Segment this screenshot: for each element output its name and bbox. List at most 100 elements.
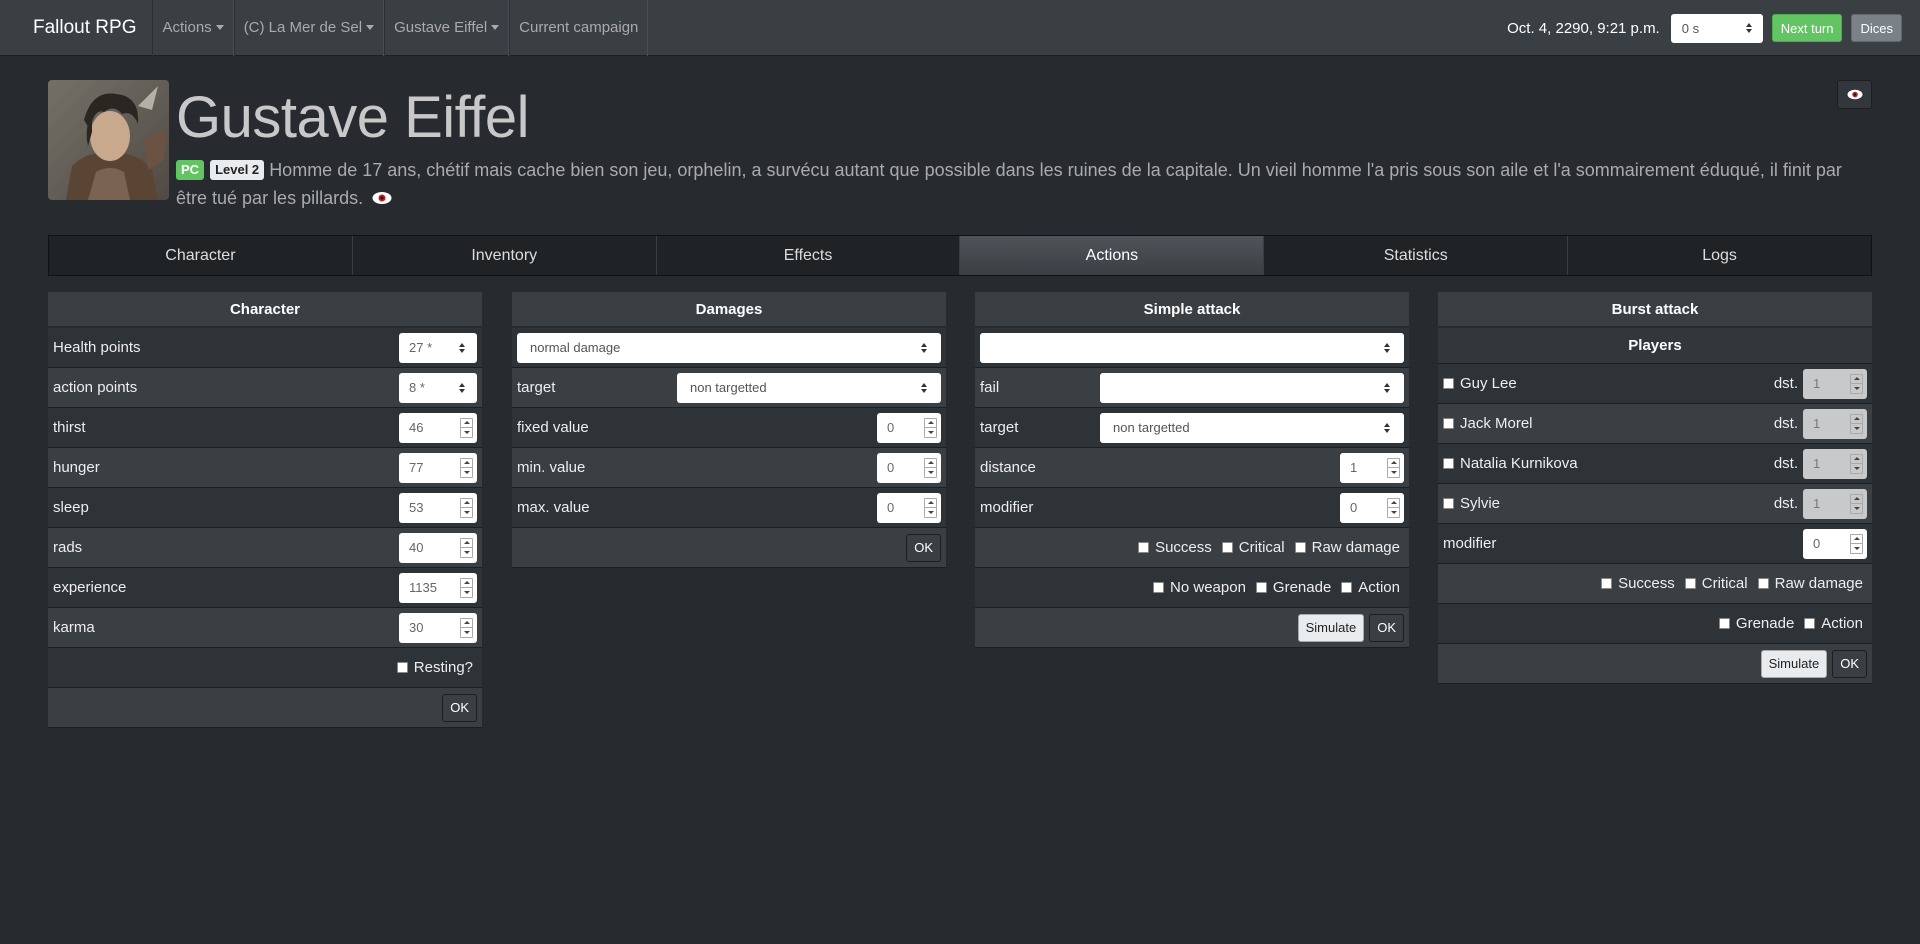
fail-select[interactable] xyxy=(1100,372,1404,403)
duration-select-value: 0 s xyxy=(1681,20,1700,36)
resting-row: Resting? xyxy=(48,648,482,688)
stat-input[interactable]: 1135 xyxy=(399,572,477,603)
character-menu[interactable]: Gustave Eiffel xyxy=(384,0,510,56)
next-turn-button[interactable]: Next turn xyxy=(1771,14,1843,42)
tab-logs[interactable]: Logs xyxy=(1568,236,1871,275)
modifier-input[interactable]: 0 xyxy=(1803,528,1867,559)
player-distance-input[interactable]: 1 xyxy=(1803,448,1867,479)
spinner-icon xyxy=(460,417,473,438)
target-select[interactable]: non targetted xyxy=(1100,412,1404,443)
max-value-value: 0 xyxy=(887,500,895,515)
panel-title: Damages xyxy=(512,292,946,328)
spinner-icon xyxy=(924,497,937,518)
dst-label: dst. xyxy=(1773,455,1798,472)
options-row: Success Critical Raw damage xyxy=(1438,564,1872,604)
grenade-checkbox[interactable] xyxy=(1718,618,1730,629)
raw-damage-checkbox[interactable] xyxy=(1757,578,1769,589)
damage-type-select[interactable]: normal damage xyxy=(517,332,941,363)
tab-actions[interactable]: Actions xyxy=(960,236,1265,275)
tab-statistics[interactable]: Statistics xyxy=(1264,236,1569,275)
min-value-input[interactable]: 0 xyxy=(877,452,941,483)
stat-input[interactable]: 30 xyxy=(399,612,477,643)
pc-badge: PC xyxy=(176,160,205,180)
submit-row: Simulate OK xyxy=(975,608,1409,648)
simulate-button[interactable]: Simulate xyxy=(1297,613,1365,642)
campaign-menu[interactable]: (C) La Mer de Sel xyxy=(233,0,385,56)
fixed-value-input[interactable]: 0 xyxy=(877,412,941,443)
raw-damage-checkbox[interactable] xyxy=(1294,542,1306,553)
player-distance-input[interactable]: 1 xyxy=(1803,408,1867,439)
tab-inventory[interactable]: Inventory xyxy=(352,236,657,275)
player-distance-input[interactable]: 1 xyxy=(1803,488,1867,519)
stat-input[interactable]: 40 xyxy=(399,532,477,563)
players-heading: Players xyxy=(1438,328,1872,364)
actions-menu[interactable]: Actions xyxy=(152,0,234,56)
panel-title: Burst attack xyxy=(1438,292,1872,328)
max-value-label: max. value xyxy=(517,499,590,516)
distance-row: distance 1 xyxy=(975,448,1409,488)
max-value-input[interactable]: 0 xyxy=(877,492,941,523)
critical-checkbox[interactable] xyxy=(1221,542,1233,553)
eye-icon[interactable] xyxy=(372,185,392,213)
critical-checkbox[interactable] xyxy=(1684,578,1696,589)
player-row: Guy Lee dst. 1 xyxy=(1438,364,1872,404)
character-ok-button[interactable]: OK xyxy=(442,693,477,722)
options-row: Success Critical Raw damage xyxy=(975,528,1409,568)
level-badge: Level 2 xyxy=(210,160,265,180)
distance-input[interactable]: 1 xyxy=(1340,452,1404,483)
distance-label: distance xyxy=(980,459,1036,476)
simple-attack-ok-button[interactable]: OK xyxy=(1369,613,1404,642)
stat-input[interactable]: 46 xyxy=(399,412,477,443)
stat-input[interactable]: 53 xyxy=(399,492,477,523)
select-arrows-icon xyxy=(921,342,927,353)
spinner-icon xyxy=(1850,493,1863,514)
select-arrows-icon xyxy=(1384,422,1390,433)
resting-checkbox[interactable] xyxy=(396,662,408,673)
modifier-input[interactable]: 0 xyxy=(1340,492,1404,523)
simulate-button[interactable]: Simulate xyxy=(1760,649,1828,678)
tab-character[interactable]: Character xyxy=(49,236,353,275)
target-select[interactable]: non targetted xyxy=(677,372,941,403)
dices-button[interactable]: Dices xyxy=(1851,14,1902,42)
visibility-toggle-button[interactable] xyxy=(1837,80,1872,109)
success-checkbox[interactable] xyxy=(1601,578,1613,589)
select-arrows-icon xyxy=(921,382,927,393)
burst-attack-ok-button[interactable]: OK xyxy=(1832,649,1867,678)
spinner-icon xyxy=(460,577,473,598)
stat-label: sleep xyxy=(53,499,89,516)
weapon-select[interactable] xyxy=(980,332,1404,363)
success-checkbox[interactable] xyxy=(1138,542,1150,553)
current-campaign-link[interactable]: Current campaign xyxy=(509,0,649,56)
grenade-checkbox[interactable] xyxy=(1255,582,1267,593)
chevron-down-icon xyxy=(215,25,224,30)
spinner-icon xyxy=(460,537,473,558)
submit-row: OK xyxy=(48,688,482,728)
player-distance-input[interactable]: 1 xyxy=(1803,368,1867,399)
player-distance-value: 1 xyxy=(1813,496,1821,511)
spinner-icon xyxy=(1850,373,1863,394)
no-weapon-checkbox[interactable] xyxy=(1153,582,1165,593)
player-checkbox[interactable] xyxy=(1443,418,1454,429)
player-checkbox[interactable] xyxy=(1443,378,1454,389)
health-value: 27 * xyxy=(409,340,433,355)
damages-ok-button[interactable]: OK xyxy=(906,533,941,562)
min-value-label: min. value xyxy=(517,459,586,476)
action-points-select[interactable]: 8 * xyxy=(399,372,477,403)
player-name: Sylvie xyxy=(1460,495,1501,512)
stat-input[interactable]: 77 xyxy=(399,452,477,483)
damage-type-value: normal damage xyxy=(530,340,621,355)
spinner-icon xyxy=(924,417,937,438)
player-checkbox[interactable] xyxy=(1443,458,1454,469)
stat-value: 30 xyxy=(409,620,424,635)
game-datetime: Oct. 4, 2290, 9:21 p.m. xyxy=(1507,19,1660,37)
spinner-icon xyxy=(1850,533,1863,554)
health-select[interactable]: 27 * xyxy=(399,332,477,363)
target-value: non targetted xyxy=(690,380,767,395)
tab-effects[interactable]: Effects xyxy=(656,236,961,275)
stat-row: experience 1135 xyxy=(48,568,482,608)
action-checkbox[interactable] xyxy=(1341,582,1353,593)
action-checkbox[interactable] xyxy=(1804,618,1816,629)
player-checkbox[interactable] xyxy=(1443,498,1454,509)
brand-link[interactable]: Fallout RPG xyxy=(0,0,152,56)
duration-select[interactable]: 0 s xyxy=(1670,13,1763,43)
